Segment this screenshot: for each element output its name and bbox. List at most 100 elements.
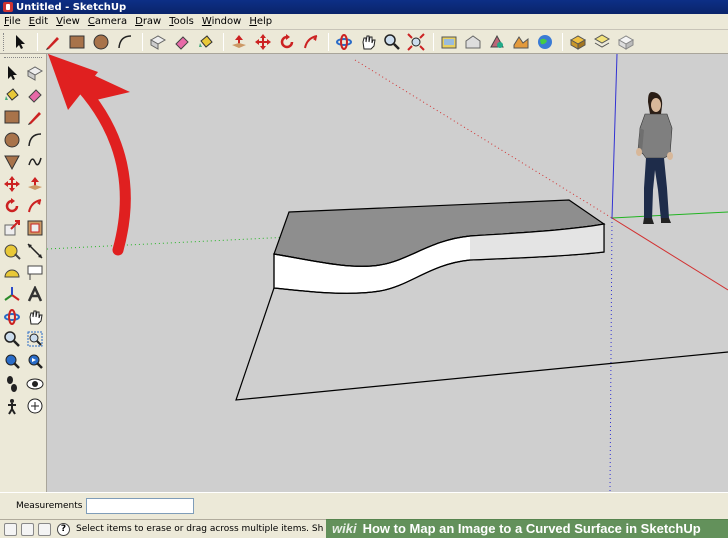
wikihow-logo: wiki (332, 521, 357, 536)
polygon-icon[interactable] (1, 151, 23, 173)
toolbar-separator (223, 32, 224, 51)
pencil-icon[interactable] (42, 32, 64, 52)
arc-icon[interactable] (114, 32, 136, 52)
previous-view-icon[interactable] (1, 350, 23, 372)
menu-window[interactable]: Window (198, 16, 245, 27)
protractor-icon[interactable] (1, 262, 23, 284)
scene-icon[interactable] (438, 32, 460, 52)
select-icon[interactable] (9, 32, 31, 52)
3d-text-icon[interactable] (24, 284, 46, 306)
ground-rectangle[interactable] (235, 275, 728, 401)
pencil-icon[interactable] (24, 106, 46, 128)
orbit-icon[interactable] (1, 306, 23, 328)
zoom-icon[interactable] (1, 328, 23, 350)
toolbar-separator (37, 32, 38, 51)
follow-me-icon[interactable] (300, 32, 322, 52)
credits-icon[interactable] (21, 522, 34, 536)
dimension-icon[interactable] (24, 240, 46, 262)
menu-file[interactable]: File (0, 16, 25, 27)
wikihow-watermark: wiki How to Map an Image to a Curved Sur… (326, 519, 728, 538)
axis-red-dotted (354, 59, 613, 219)
axes-icon[interactable] (1, 284, 23, 306)
toolbar-grip[interactable] (4, 57, 42, 60)
drawing-viewport[interactable] (47, 54, 728, 492)
get-photo-icon[interactable] (510, 32, 532, 52)
axis-green (611, 211, 728, 219)
rotate-icon[interactable] (276, 32, 298, 52)
status-text: Select items to erase or drag across mul… (76, 524, 324, 534)
orbit-icon[interactable] (333, 32, 355, 52)
menu-draw[interactable]: Draw (131, 16, 165, 27)
sketchup-logo-icon (3, 2, 13, 12)
measurements-label: Measurements (16, 501, 83, 511)
measurements-input[interactable] (86, 498, 195, 514)
offset-icon[interactable] (24, 217, 46, 239)
watermark-title: How to Map an Image to a Curved Surface … (362, 521, 701, 536)
look-around-icon[interactable] (24, 373, 46, 395)
eraser-icon[interactable] (171, 32, 193, 52)
circle-icon[interactable] (90, 32, 112, 52)
window-title: Untitled - SketchUp (16, 1, 127, 13)
annotation-arrow (48, 54, 131, 256)
component-icon[interactable] (567, 32, 589, 52)
axis-blue (611, 54, 618, 219)
share-model-icon[interactable] (486, 32, 508, 52)
push-pull-icon[interactable] (24, 173, 46, 195)
tape-measure-icon[interactable] (1, 240, 23, 262)
rotate-icon[interactable] (1, 195, 23, 217)
select-icon[interactable] (1, 62, 23, 84)
push-pull-icon[interactable] (228, 32, 250, 52)
walk-icon[interactable] (1, 373, 23, 395)
pan-icon[interactable] (24, 306, 46, 328)
paint-bucket-icon[interactable] (195, 32, 217, 52)
zoom-icon[interactable] (381, 32, 403, 52)
measurements-bar: Measurements (0, 492, 728, 519)
pan-icon[interactable] (357, 32, 379, 52)
menu-camera[interactable]: Camera (84, 16, 131, 27)
layer-icon[interactable] (591, 32, 613, 52)
menu-help[interactable]: Help (245, 16, 276, 27)
warehouse-icon[interactable] (462, 32, 484, 52)
make-component-icon[interactable] (147, 32, 169, 52)
menu-edit[interactable]: Edit (25, 16, 52, 27)
rectangle-icon[interactable] (66, 32, 88, 52)
toolbar-separator (562, 32, 563, 51)
title-bar: Untitled - SketchUp (0, 0, 728, 14)
left-toolbar (0, 54, 47, 492)
axis-blue-dotted (609, 217, 613, 492)
toolbar-separator (433, 32, 434, 51)
zoom-window-icon[interactable] (24, 328, 46, 350)
move-icon[interactable] (252, 32, 274, 52)
menu-bar: File Edit View Camera Draw Tools Window … (0, 14, 728, 30)
rectangle-icon[interactable] (1, 106, 23, 128)
toolbar-grip[interactable] (3, 32, 6, 51)
next-view-icon[interactable] (24, 350, 46, 372)
geolocation-icon[interactable] (4, 522, 17, 536)
scale-figure[interactable] (636, 92, 673, 224)
sketchup-window: Untitled - SketchUp File Edit View Camer… (0, 0, 728, 538)
user-icon[interactable] (38, 522, 51, 536)
toolbar-separator (142, 32, 143, 51)
arc-icon[interactable] (24, 129, 46, 151)
style-icon[interactable] (615, 32, 637, 52)
follow-me-icon[interactable] (24, 195, 46, 217)
menu-tools[interactable]: Tools (165, 16, 198, 27)
axis-red (611, 217, 728, 291)
freehand-icon[interactable] (24, 151, 46, 173)
make-component-icon[interactable] (24, 62, 46, 84)
text-icon[interactable] (24, 262, 46, 284)
axis-green-dotted (47, 236, 291, 250)
scale-icon[interactable] (1, 217, 23, 239)
position-camera-icon[interactable] (1, 395, 23, 417)
menu-view[interactable]: View (52, 16, 84, 27)
circle-icon[interactable] (1, 129, 23, 151)
section-plane-icon[interactable] (24, 395, 46, 417)
eraser-icon[interactable] (24, 84, 46, 106)
main-toolbar (0, 30, 728, 54)
toolbar-separator (328, 32, 329, 51)
paint-bucket-icon[interactable] (1, 84, 23, 106)
zoom-extents-icon[interactable] (405, 32, 427, 52)
google-earth-icon[interactable] (534, 32, 556, 52)
help-icon[interactable]: ? (57, 522, 70, 536)
move-icon[interactable] (1, 173, 23, 195)
